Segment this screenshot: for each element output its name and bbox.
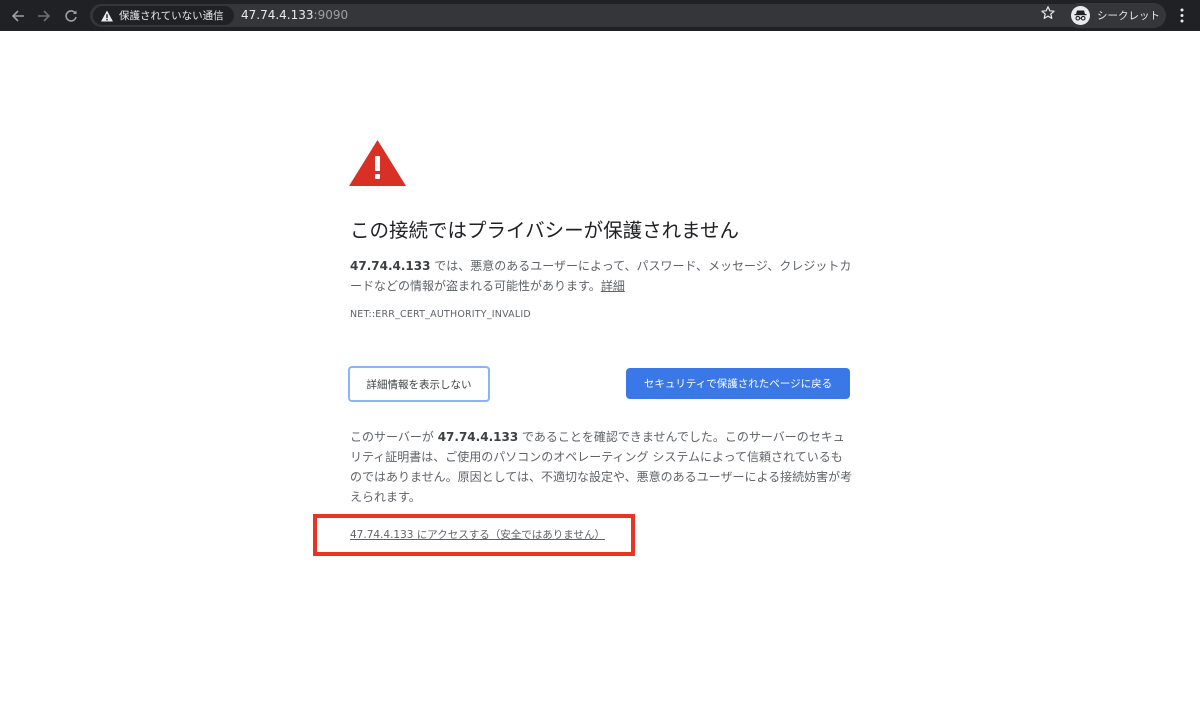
details-host: 47.74.4.133 xyxy=(437,430,519,444)
forward-button[interactable] xyxy=(34,6,54,26)
incognito-profile-button[interactable]: シークレット xyxy=(1066,3,1166,28)
large-warning-icon xyxy=(349,140,406,186)
warning-triangle-icon xyxy=(101,10,113,21)
reload-icon xyxy=(65,10,77,22)
error-code: NET::ERR_CERT_AUTHORITY_INVALID xyxy=(350,309,531,320)
details-paragraph: このサーバーが 47.74.4.133 であることを確認できませんでした。このサ… xyxy=(350,427,854,507)
back-to-safety-label: セキュリティで保護されたページに戻る xyxy=(643,378,833,390)
back-button[interactable] xyxy=(8,6,28,26)
back-to-safety-button[interactable]: セキュリティで保護されたページに戻る xyxy=(626,368,850,399)
url-host: 47.74.4.133 xyxy=(241,8,314,22)
security-chip[interactable]: 保護されていない通信 xyxy=(93,6,234,25)
security-chip-label: 保護されていない通信 xyxy=(119,10,224,22)
reload-button[interactable] xyxy=(61,6,81,26)
browser-toolbar: 保護されていない通信 47.74.4.133:9090 シークレット xyxy=(0,0,1200,31)
bookmark-star-icon[interactable] xyxy=(1040,5,1056,21)
forward-arrow-icon xyxy=(38,10,51,22)
hide-details-button[interactable]: 詳細情報を表示しない xyxy=(348,366,490,402)
hide-details-label: 詳細情報を表示しない xyxy=(366,378,472,391)
proceed-unsafe-link[interactable]: 47.74.4.133 にアクセスする（安全ではありません） xyxy=(350,527,605,542)
details-prefix: このサーバーが xyxy=(350,430,438,444)
incognito-icon xyxy=(1071,6,1090,25)
menu-dots-icon[interactable] xyxy=(1178,7,1186,24)
url-port: :9090 xyxy=(313,8,349,22)
page-title: この接続ではプライバシーが保護されません xyxy=(350,219,740,242)
intro-host: 47.74.4.133 xyxy=(350,259,431,273)
address-bar[interactable]: 保護されていない通信 47.74.4.133:9090 xyxy=(90,4,1150,27)
intro-paragraph: 47.74.4.133 では、悪意のあるユーザーによって、パスワード、メッセージ… xyxy=(350,256,860,296)
details-link[interactable]: 詳細 xyxy=(601,279,625,293)
incognito-label: シークレット xyxy=(1097,10,1160,22)
back-arrow-icon xyxy=(11,10,24,22)
url-text[interactable]: 47.74.4.133:9090 xyxy=(241,8,348,22)
